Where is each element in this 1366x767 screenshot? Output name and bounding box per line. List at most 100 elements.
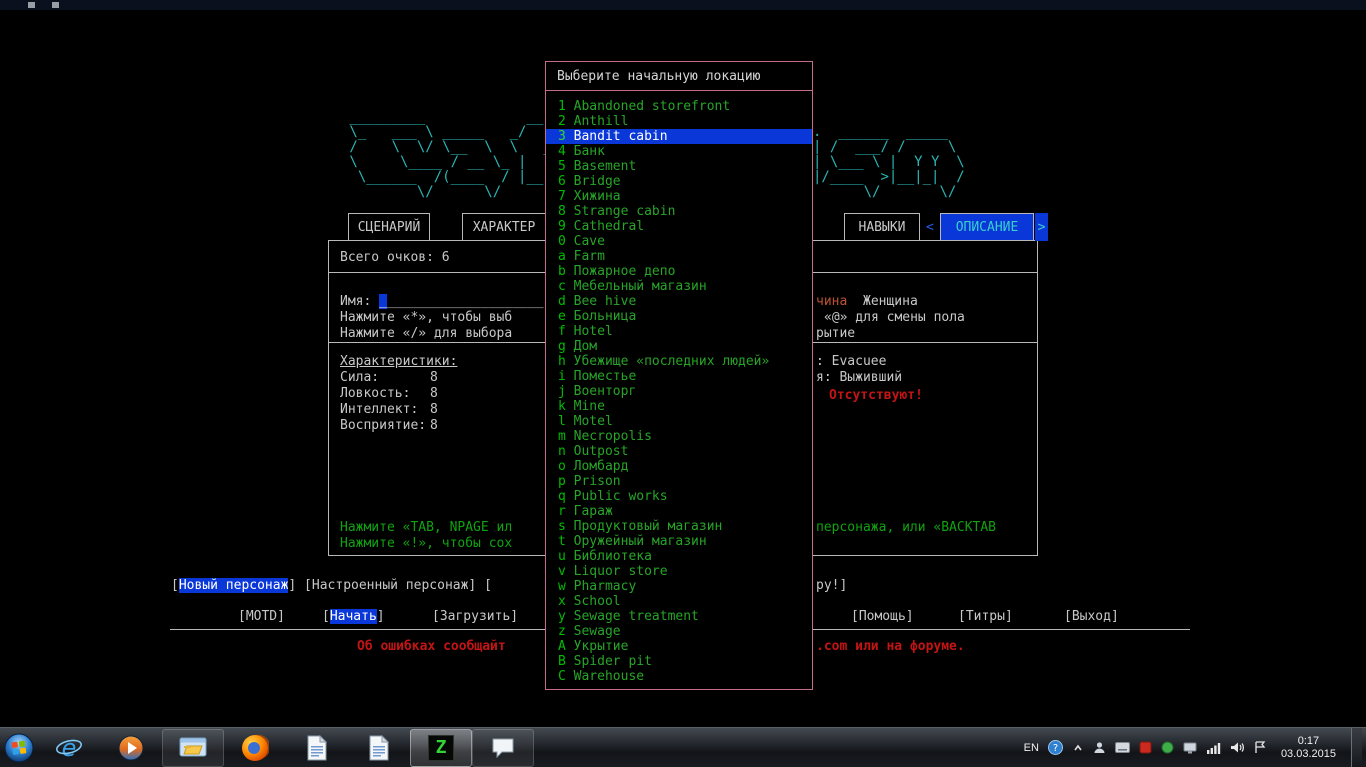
- location-item[interactable]: y Sewage treatment: [546, 609, 812, 624]
- location-item[interactable]: s Продуктовый магазин: [546, 519, 812, 534]
- location-item[interactable]: p Prison: [546, 474, 812, 489]
- z-terminal-icon: Z: [428, 734, 454, 761]
- tab-description[interactable]: ОПИСАНИЕ: [940, 213, 1034, 241]
- location-label: Укрытие: [565, 639, 629, 654]
- location-item[interactable]: 1 Abandoned storefront: [546, 99, 812, 114]
- taskbar-firefox[interactable]: [224, 728, 286, 767]
- location-hotkey: c: [558, 279, 566, 294]
- stat-strength-value: 8: [430, 370, 438, 385]
- tab-character[interactable]: ХАРАКТЕР: [462, 213, 546, 241]
- location-item[interactable]: 9 Cathedral: [546, 219, 812, 234]
- location-item[interactable]: 7 Хижина: [546, 189, 812, 204]
- location-label: Ломбард: [565, 459, 629, 474]
- gender-male-fragment[interactable]: чина: [816, 294, 847, 309]
- taskbar-document-1[interactable]: [286, 728, 348, 767]
- location-label: School: [565, 594, 621, 609]
- location-item[interactable]: r Гараж: [546, 504, 812, 519]
- location-item[interactable]: a Farm: [546, 249, 812, 264]
- location-item[interactable]: 0 Cave: [546, 234, 812, 249]
- location-hotkey: x: [558, 594, 566, 609]
- location-item[interactable]: j Военторг: [546, 384, 812, 399]
- location-item[interactable]: h Убежище «последних людей»: [546, 354, 812, 369]
- bug-report-left-fragment: Об ошибках сообщайт: [357, 639, 506, 654]
- motd-button[interactable]: [MOTD]: [238, 609, 285, 624]
- location-item[interactable]: b Пожарное депо: [546, 264, 812, 279]
- taskbar: e Z EN ? 0:17 03.03.2015: [0, 727, 1366, 767]
- location-hotkey: m: [558, 429, 566, 444]
- tray-clock[interactable]: 0:17 03.03.2015: [1275, 735, 1342, 761]
- location-hotkey: q: [558, 489, 566, 504]
- location-hotkey: B: [558, 654, 566, 669]
- location-label: Abandoned storefront: [565, 99, 731, 114]
- help-icon[interactable]: ?: [1047, 740, 1063, 755]
- load-button[interactable]: [Загрузить]: [432, 609, 518, 624]
- taskbar-messenger[interactable]: [472, 728, 534, 767]
- location-item[interactable]: w Pharmacy: [546, 579, 812, 594]
- location-item[interactable]: z Sewage: [546, 624, 812, 639]
- taskbar-document-2[interactable]: [348, 728, 410, 767]
- quit-button[interactable]: [Выход]: [1064, 609, 1119, 624]
- gender-female[interactable]: Женщина: [863, 294, 918, 309]
- taskbar-media-player[interactable]: [100, 728, 162, 767]
- location-item[interactable]: C Warehouse: [546, 669, 812, 684]
- start-button-orb[interactable]: [0, 728, 38, 767]
- location-item[interactable]: i Поместье: [546, 369, 812, 384]
- location-item[interactable]: g Дом: [546, 339, 812, 354]
- volume-icon[interactable]: [1230, 741, 1245, 754]
- location-item[interactable]: B Spider pit: [546, 654, 812, 669]
- location-hotkey: s: [558, 519, 566, 534]
- antivirus-alert-icon[interactable]: [1139, 741, 1152, 754]
- location-item[interactable]: n Outpost: [546, 444, 812, 459]
- tab-scenario[interactable]: СЦЕНАРИЙ: [348, 213, 430, 241]
- stat-strength-label: Сила:: [340, 370, 380, 385]
- messenger-tray-icon[interactable]: [1161, 741, 1174, 754]
- keyboard-icon[interactable]: [1114, 742, 1130, 753]
- start-button[interactable]: [Начать]: [322, 609, 385, 624]
- location-item[interactable]: l Motel: [546, 414, 812, 429]
- credits-button[interactable]: [Титры]: [958, 609, 1013, 624]
- action-center-flag-icon[interactable]: [1254, 741, 1266, 754]
- help-button[interactable]: [Помощь]: [851, 609, 914, 624]
- taskbar-internet-explorer[interactable]: e: [38, 728, 100, 767]
- start-button-label: Начать: [329, 609, 377, 624]
- location-item[interactable]: m Necropolis: [546, 429, 812, 444]
- location-item[interactable]: 3 Bandit cabin: [546, 129, 812, 144]
- location-item[interactable]: q Public works: [546, 489, 812, 504]
- tab-skills[interactable]: НАВЫКИ: [844, 213, 920, 241]
- network-signal-icon[interactable]: [1206, 742, 1221, 754]
- new-character-button[interactable]: Новый персонаж: [178, 578, 289, 593]
- location-item[interactable]: u Библиотека: [546, 549, 812, 564]
- user-person-icon[interactable]: [1093, 741, 1106, 754]
- name-field[interactable]: Имя: _____________________: [340, 294, 544, 309]
- tab-next-arrow-icon[interactable]: >: [1035, 213, 1048, 241]
- display-icon[interactable]: [1183, 742, 1197, 754]
- location-item[interactable]: 4 Банк: [546, 144, 812, 159]
- custom-character-button[interactable]: ] [Настроенный персонаж] [: [288, 578, 492, 593]
- location-item[interactable]: 2 Anthill: [546, 114, 812, 129]
- location-item[interactable]: d Bee hive: [546, 294, 812, 309]
- location-item[interactable]: o Ломбард: [546, 459, 812, 474]
- location-item[interactable]: c Мебельный магазин: [546, 279, 812, 294]
- location-item[interactable]: 5 Basement: [546, 159, 812, 174]
- show-hidden-icons-chevron-icon[interactable]: [1072, 742, 1084, 754]
- location-label: Necropolis: [565, 429, 652, 444]
- tab-prev-arrow-icon[interactable]: <: [926, 220, 934, 235]
- location-item[interactable]: v Liquor store: [546, 564, 812, 579]
- help-tab-hint-right: персонажа, или «BACKTAB: [816, 520, 997, 535]
- location-item[interactable]: 6 Bridge: [546, 174, 812, 189]
- location-hotkey: k: [558, 399, 566, 414]
- location-item[interactable]: A Укрытие: [546, 639, 812, 654]
- location-item[interactable]: t Оружейный магазин: [546, 534, 812, 549]
- location-item[interactable]: k Mine: [546, 399, 812, 414]
- taskbar-z-terminal[interactable]: Z: [410, 728, 472, 767]
- show-desktop-button[interactable]: [1351, 727, 1362, 767]
- location-item[interactable]: e Больница: [546, 309, 812, 324]
- location-item[interactable]: 8 Strange cabin: [546, 204, 812, 219]
- location-item[interactable]: f Hotel: [546, 324, 812, 339]
- location-label: Hotel: [565, 324, 613, 339]
- location-item[interactable]: x School: [546, 594, 812, 609]
- taskbar-file-explorer[interactable]: [162, 728, 224, 767]
- location-label: Liquor store: [565, 564, 668, 579]
- location-label: Basement: [565, 159, 637, 174]
- language-indicator[interactable]: EN: [1024, 742, 1039, 754]
